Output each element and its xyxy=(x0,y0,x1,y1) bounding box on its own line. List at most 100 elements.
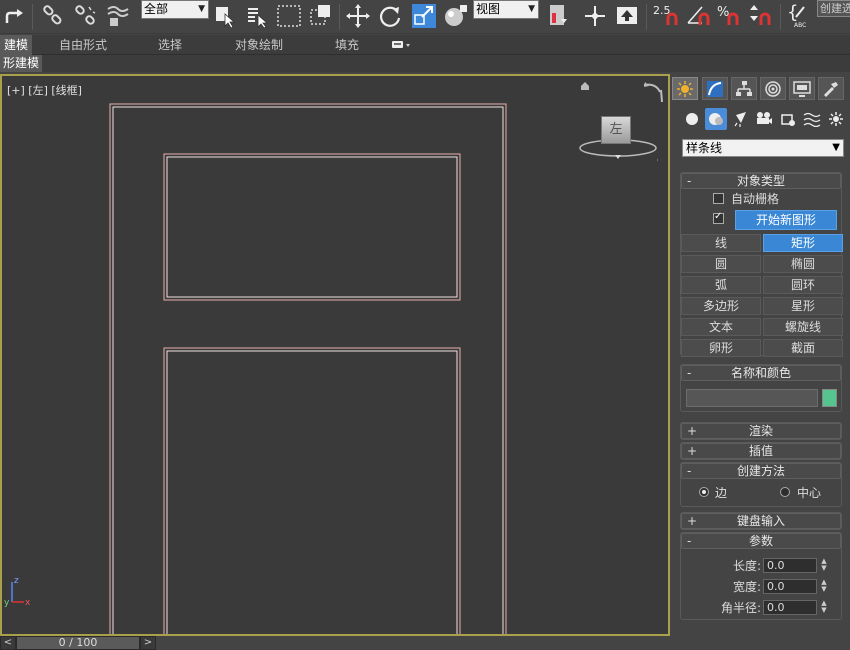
reference-coord-value: 视图 xyxy=(476,2,501,16)
display-tab-icon[interactable] xyxy=(789,77,815,100)
cameras-icon[interactable] xyxy=(753,108,775,130)
bind-spacewarp-icon[interactable] xyxy=(104,3,130,29)
spacewarps-icon[interactable] xyxy=(801,108,823,130)
next-frame-button[interactable]: > xyxy=(140,636,156,650)
tab-object-paint[interactable]: 对象绘制 xyxy=(235,35,283,55)
tab-populate[interactable]: 填充 xyxy=(335,35,359,55)
spinner-snap-icon[interactable] xyxy=(748,3,774,29)
edge-label: 边 xyxy=(715,486,728,500)
corner-radius-input[interactable]: 0.0 xyxy=(763,600,817,615)
chevron-down-icon: ▼ xyxy=(528,4,535,14)
time-slider[interactable]: 0 / 100 xyxy=(16,636,140,650)
object-color-swatch[interactable] xyxy=(822,389,837,407)
select-by-name-icon[interactable] xyxy=(244,3,270,29)
tab-modeling[interactable]: 建模 xyxy=(0,35,33,55)
creation-method-rollout: - 创建方法 边 中心 xyxy=(680,462,842,507)
timeline: < 0 / 100 > xyxy=(0,636,850,650)
start-new-shape-button[interactable]: 开始新图形 xyxy=(735,210,837,230)
tab-freeform[interactable]: 自由形式 xyxy=(59,35,107,55)
selection-filter-dropdown[interactable]: 全部 ▼ xyxy=(141,0,209,19)
tab-selection[interactable]: 选择 xyxy=(158,35,182,55)
shape-button[interactable]: 圆环 xyxy=(763,276,843,294)
shape-button[interactable]: 文本 xyxy=(681,318,761,336)
ribbon-tabs: 建模 自由形式 选择 对象绘制 填充 xyxy=(0,35,850,55)
viewcube-face[interactable]: 左 xyxy=(601,116,631,144)
percent-snap-icon[interactable]: % xyxy=(716,3,742,29)
edit-named-sel-icon[interactable]: {ABC xyxy=(786,3,812,29)
object-name-input[interactable] xyxy=(686,389,818,407)
axis-tripod: z y x xyxy=(4,574,38,610)
systems-icon[interactable] xyxy=(825,108,847,130)
creation-method-header[interactable]: - 创建方法 xyxy=(681,463,841,479)
toolbar-separator xyxy=(646,4,647,30)
shape-button[interactable]: 星形 xyxy=(763,297,843,315)
motion-tab-icon[interactable] xyxy=(760,77,786,100)
move-icon[interactable] xyxy=(345,3,371,29)
shape-button[interactable]: 矩形 xyxy=(763,234,843,252)
edge-radio[interactable] xyxy=(699,487,709,497)
length-spinner[interactable]: ▲ ▼ xyxy=(819,558,829,573)
corner-radius-spinner[interactable]: ▲ ▼ xyxy=(819,600,829,615)
parameters-header[interactable]: - 参数 xyxy=(681,533,841,549)
center-radio[interactable] xyxy=(780,487,790,497)
ribbon-options-icon[interactable] xyxy=(390,35,412,55)
axis-z-label: z xyxy=(14,576,19,586)
shape-button[interactable]: 线 xyxy=(681,234,761,252)
window-crossing-icon[interactable] xyxy=(308,3,334,29)
autogrid-checkbox[interactable] xyxy=(713,193,724,204)
unlink-icon[interactable] xyxy=(72,3,98,29)
shape-button[interactable]: 卵形 xyxy=(681,339,761,357)
snap-icon[interactable]: 2.5 xyxy=(652,3,682,29)
orbit-icon[interactable] xyxy=(642,80,666,104)
shape-button[interactable]: 截面 xyxy=(763,339,843,357)
rotate-icon[interactable] xyxy=(377,3,403,29)
viewcube[interactable]: 左 xyxy=(578,104,658,184)
lights-icon[interactable] xyxy=(729,108,751,130)
name-color-header[interactable]: - 名称和颜色 xyxy=(681,365,841,381)
pivot-icon[interactable] xyxy=(546,3,572,29)
shape-button[interactable]: 圆 xyxy=(681,255,761,273)
geometry-icon[interactable] xyxy=(681,108,703,130)
create-tab-icon[interactable] xyxy=(672,77,698,100)
create-selection-set-field[interactable]: 创建选 xyxy=(817,0,850,17)
scale-icon[interactable] xyxy=(411,3,437,29)
category-dropdown[interactable]: 样条线 ▼ xyxy=(682,139,844,157)
hierarchy-tab-icon[interactable] xyxy=(731,77,757,100)
prev-frame-button[interactable]: < xyxy=(0,636,16,650)
viewport-label[interactable]: [+] [左] [线框] xyxy=(7,82,82,98)
viewport-left[interactable]: [+] [左] [线框] 左 z y x xyxy=(0,74,670,636)
home-icon[interactable] xyxy=(580,80,590,90)
angle-snap-icon[interactable] xyxy=(686,3,712,29)
shape-button[interactable]: 多边形 xyxy=(681,297,761,315)
utilities-tab-icon[interactable] xyxy=(818,77,844,100)
shapes-icon[interactable] xyxy=(705,108,727,130)
shape-button[interactable]: 弧 xyxy=(681,276,761,294)
redo-icon[interactable] xyxy=(2,3,28,29)
rect-region-icon[interactable] xyxy=(276,3,302,29)
keyboard-entry-header[interactable]: + 键盘输入 xyxy=(681,513,841,529)
ribbon-subbar: 形建模 xyxy=(0,55,850,72)
sphere-icon[interactable] xyxy=(443,3,469,29)
rendering-header[interactable]: + 渲染 xyxy=(681,423,841,439)
svg-text:ABC: ABC xyxy=(794,22,806,29)
corner-radius-label: 角半径: xyxy=(721,601,762,615)
interpolation-header[interactable]: + 插值 xyxy=(681,443,841,459)
width-spinner[interactable]: ▲ ▼ xyxy=(819,579,829,594)
polygon-modeling-label[interactable]: 形建模 xyxy=(0,55,43,72)
chevron-down-icon: ▼ xyxy=(832,142,840,153)
width-input[interactable]: 0.0 xyxy=(763,579,817,594)
link-icon[interactable] xyxy=(40,3,66,29)
reference-coord-dropdown[interactable]: 视图 ▼ xyxy=(473,0,539,19)
select-manipulate-icon[interactable] xyxy=(582,3,608,29)
length-input[interactable]: 0.0 xyxy=(763,558,817,573)
start-new-shape-checkbox[interactable] xyxy=(713,211,724,224)
keyboard-shortcut-icon[interactable] xyxy=(614,3,640,29)
shape-button[interactable]: 椭圆 xyxy=(763,255,843,273)
object-type-header[interactable]: - 对象类型 xyxy=(681,173,841,189)
modify-tab-icon[interactable] xyxy=(702,77,728,100)
select-object-icon[interactable] xyxy=(212,3,238,29)
keyboard-entry-rollout: + 键盘输入 xyxy=(680,512,842,530)
helpers-icon[interactable] xyxy=(777,108,799,130)
shape-button[interactable]: 螺旋线 xyxy=(763,318,843,336)
outer-frame-rect xyxy=(112,106,504,634)
